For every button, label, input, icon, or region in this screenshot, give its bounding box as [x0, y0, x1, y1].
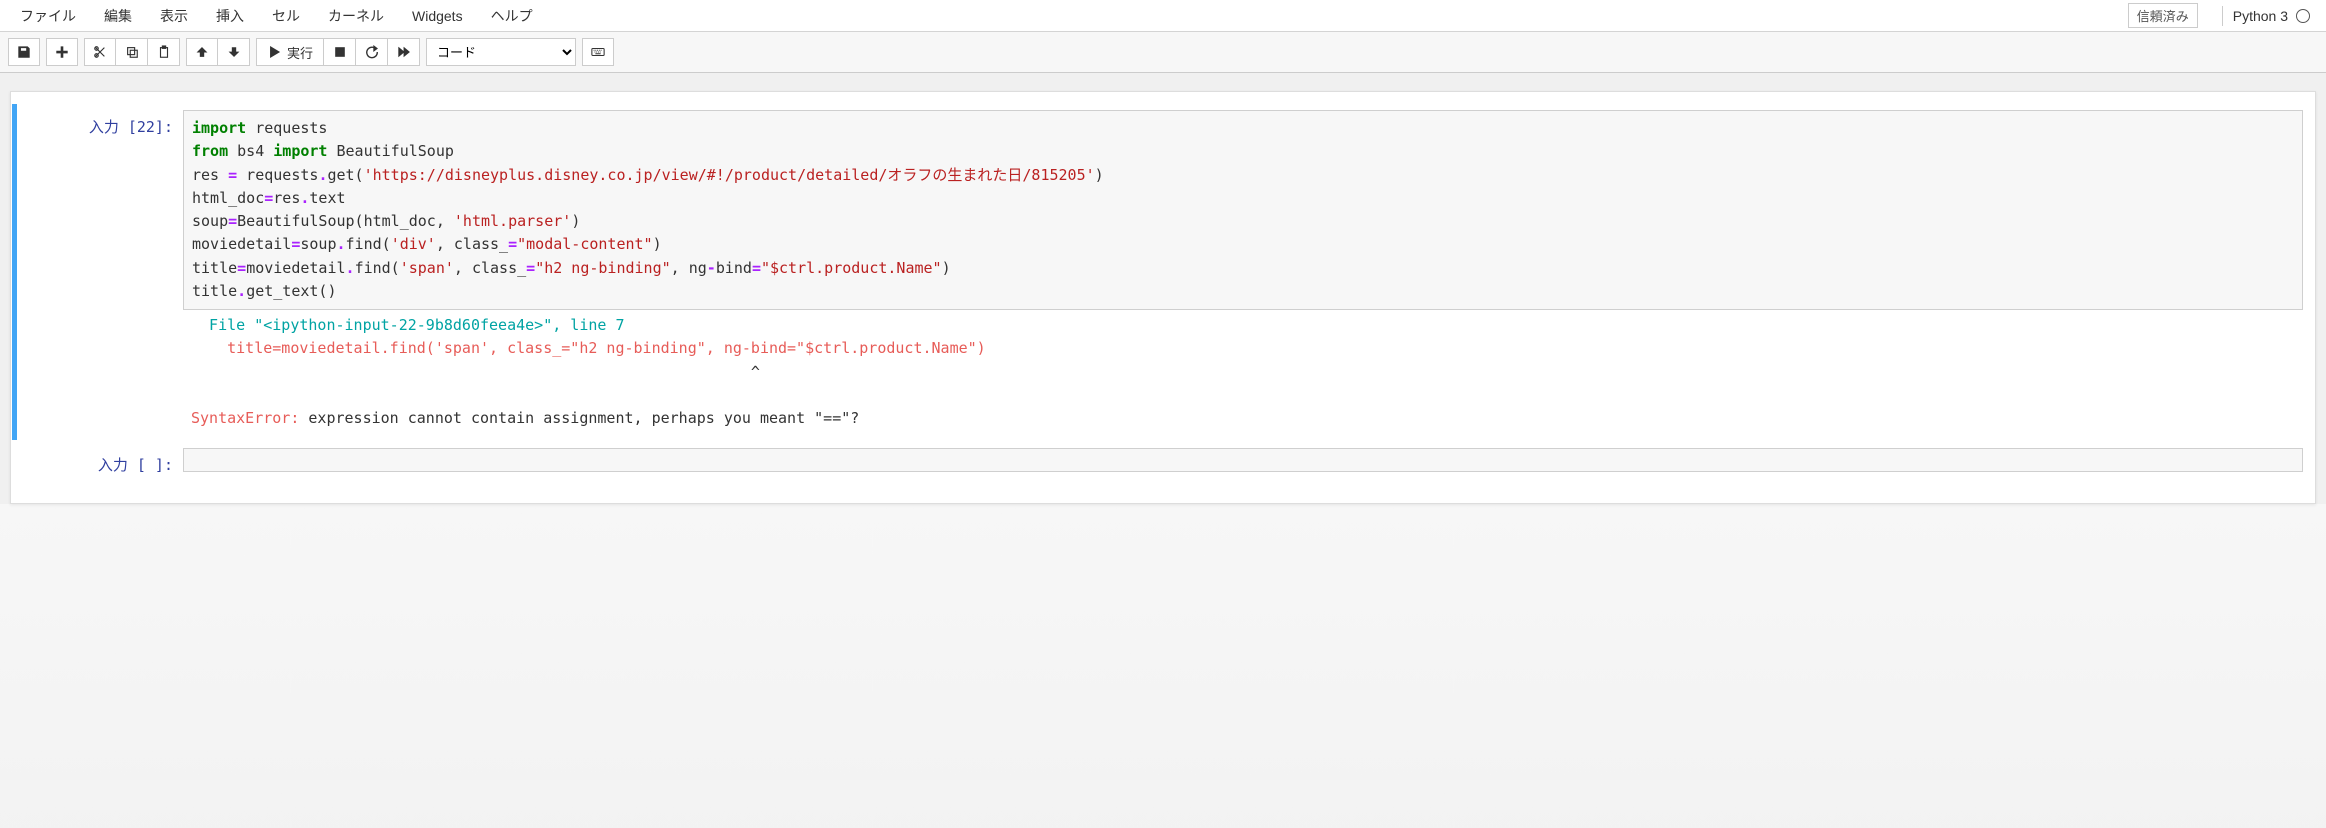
- cut-button[interactable]: [84, 38, 116, 66]
- menu-insert[interactable]: 挿入: [202, 0, 258, 32]
- paste-button[interactable]: [148, 38, 180, 66]
- menu-file[interactable]: ファイル: [6, 0, 90, 32]
- menu-cell[interactable]: セル: [258, 0, 314, 32]
- paste-icon: [157, 45, 171, 59]
- menu-kernel[interactable]: カーネル: [314, 0, 398, 32]
- interrupt-button[interactable]: [324, 38, 356, 66]
- restart-run-all-button[interactable]: [388, 38, 420, 66]
- code-cell[interactable]: 入力 [22]: import requests from bs4 import…: [12, 104, 2309, 440]
- stop-icon: [333, 45, 347, 59]
- input-prompt: 入力 [22]:: [23, 110, 183, 434]
- add-cell-button[interactable]: [46, 38, 78, 66]
- play-icon: [267, 45, 281, 59]
- command-palette-button[interactable]: [582, 38, 614, 66]
- keyboard-icon: [591, 45, 605, 59]
- menu-edit[interactable]: 編集: [90, 0, 146, 32]
- kernel-name[interactable]: Python 3: [2233, 8, 2288, 24]
- cell-output: File "<ipython-input-22-9b8d60feea4e>", …: [183, 310, 2303, 434]
- celltype-select[interactable]: コード: [426, 38, 576, 66]
- run-button-label: 実行: [287, 43, 313, 62]
- save-icon: [17, 45, 31, 59]
- code-cell[interactable]: 入力 [ ]:: [17, 442, 2309, 481]
- move-up-button[interactable]: [186, 38, 218, 66]
- arrow-down-icon: [227, 45, 241, 59]
- notebook: 入力 [22]: import requests from bs4 import…: [10, 91, 2316, 504]
- restart-button[interactable]: [356, 38, 388, 66]
- run-button[interactable]: 実行: [256, 38, 324, 66]
- separator: [2222, 6, 2223, 26]
- code-input[interactable]: [183, 448, 2303, 472]
- trusted-badge[interactable]: 信頼済み: [2128, 3, 2198, 28]
- plus-icon: [55, 45, 69, 59]
- arrow-up-icon: [195, 45, 209, 59]
- toolbar: 実行 コード: [0, 32, 2326, 73]
- menu-widgets[interactable]: Widgets: [398, 2, 477, 30]
- input-prompt: 入力 [ ]:: [23, 448, 183, 475]
- menu-help[interactable]: ヘルプ: [477, 0, 547, 32]
- scissors-icon: [93, 45, 107, 59]
- save-button[interactable]: [8, 38, 40, 66]
- move-down-button[interactable]: [218, 38, 250, 66]
- menubar: ファイル 編集 表示 挿入 セル カーネル Widgets ヘルプ 信頼済み P…: [0, 0, 2326, 32]
- copy-icon: [125, 45, 139, 59]
- code-input[interactable]: import requests from bs4 import Beautifu…: [183, 110, 2303, 310]
- fast-forward-icon: [397, 45, 411, 59]
- kernel-status-icon: [2296, 9, 2310, 23]
- copy-button[interactable]: [116, 38, 148, 66]
- restart-icon: [365, 45, 379, 59]
- notebook-container: 入力 [22]: import requests from bs4 import…: [0, 73, 2326, 504]
- menu-view[interactable]: 表示: [146, 0, 202, 32]
